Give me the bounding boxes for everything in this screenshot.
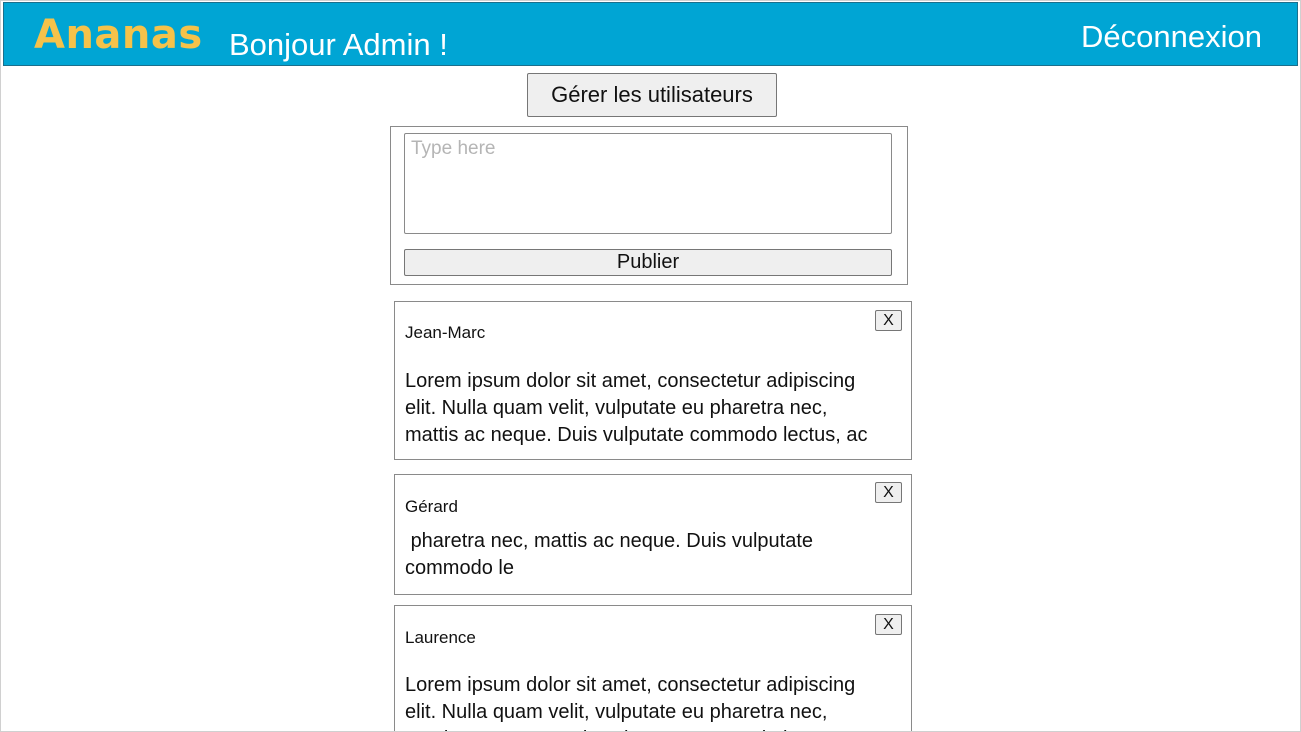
delete-post-button[interactable]: X [875, 310, 902, 331]
delete-post-button[interactable]: X [875, 614, 902, 635]
post-card: Laurence X Lorem ipsum dolor sit amet, c… [394, 605, 912, 731]
post-content: Lorem ipsum dolor sit amet, consectetur … [405, 674, 867, 731]
app-logo[interactable]: Ananas [34, 11, 203, 59]
post-composer: Publier [390, 126, 908, 285]
post-content: Lorem ipsum dolor sit amet, consectetur … [405, 370, 868, 446]
top-bar: Ananas Bonjour Admin ! Déconnexion [3, 2, 1298, 66]
greeting-text: Bonjour Admin ! [229, 27, 448, 62]
post-author: Laurence [405, 628, 476, 647]
logout-link[interactable]: Déconnexion [1081, 17, 1262, 57]
manage-users-button[interactable]: Gérer les utilisateurs [527, 73, 777, 117]
app-window: Ananas Bonjour Admin ! Déconnexion Gérer… [0, 0, 1301, 732]
publish-button[interactable]: Publier [404, 249, 892, 276]
post-card: Jean-Marc X Lorem ipsum dolor sit amet, … [394, 301, 912, 460]
delete-post-button[interactable]: X [875, 482, 902, 503]
post-author: Gérard [405, 497, 458, 516]
post-author: Jean-Marc [405, 323, 486, 342]
post-card: Gérard X pharetra nec, mattis ac neque. … [394, 474, 912, 595]
post-input[interactable] [404, 133, 892, 234]
post-content: pharetra nec, mattis ac neque. Duis vulp… [405, 530, 819, 579]
